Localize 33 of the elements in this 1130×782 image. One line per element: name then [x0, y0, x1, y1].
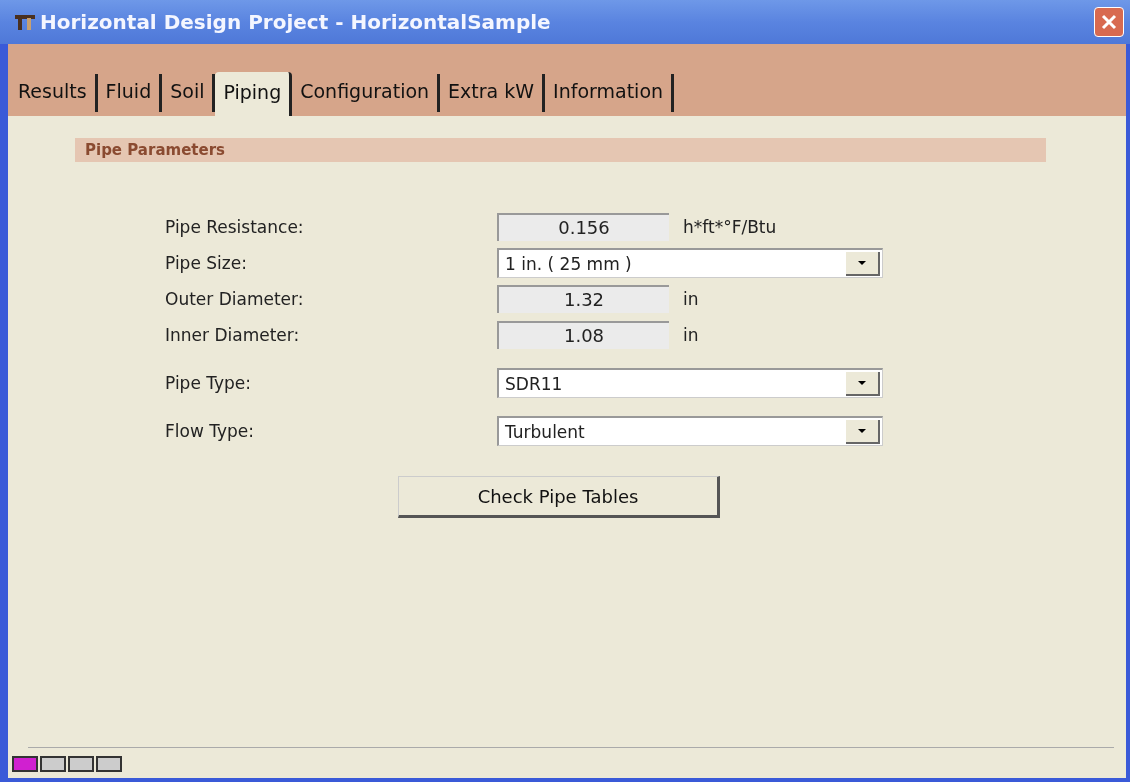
readonly-field: 0.156: [497, 213, 669, 241]
field-label: Pipe Resistance:: [165, 217, 305, 237]
caret-icon: [857, 259, 867, 266]
page-indicator[interactable]: [40, 756, 66, 772]
caret-icon: [857, 427, 867, 434]
tab[interactable]: Piping: [215, 72, 293, 116]
page-indicator[interactable]: [96, 756, 122, 772]
tab[interactable]: Information: [545, 74, 675, 112]
field-label: Pipe Size:: [165, 253, 248, 273]
close-icon: [1099, 12, 1119, 32]
readonly-field: 1.32: [497, 285, 669, 313]
section-header: Pipe Parameters: [75, 138, 1046, 162]
app-icon: [14, 13, 36, 31]
field-label: Inner Diameter:: [165, 325, 301, 345]
unit-label: in: [683, 325, 699, 345]
tab[interactable]: Extra kW: [440, 74, 546, 112]
dropdown[interactable]: Turbulent: [497, 416, 883, 446]
field-label: Outer Diameter:: [165, 289, 305, 309]
page-indicator[interactable]: [68, 756, 94, 772]
check-button[interactable]: Check Pipe Tables: [398, 476, 720, 518]
caret-icon: [857, 379, 867, 386]
readonly-field: 1.08: [497, 321, 669, 349]
unit-label: h*ft*°F/Btu: [683, 217, 777, 237]
field-label: Flow Type:: [165, 421, 255, 441]
tab[interactable]: Configuration: [292, 74, 441, 112]
close-button[interactable]: [1094, 7, 1124, 37]
tab[interactable]: Fluid: [97, 74, 163, 112]
field-label: Pipe Type:: [165, 373, 253, 393]
dropdown[interactable]: 1 in. ( 25 mm ): [497, 248, 883, 278]
unit-label: in: [683, 289, 699, 309]
dropdown[interactable]: SDR11: [497, 368, 883, 398]
tab[interactable]: Results: [10, 74, 98, 112]
window-title: Horizontal Design Project - HorizontalSample: [40, 10, 552, 34]
